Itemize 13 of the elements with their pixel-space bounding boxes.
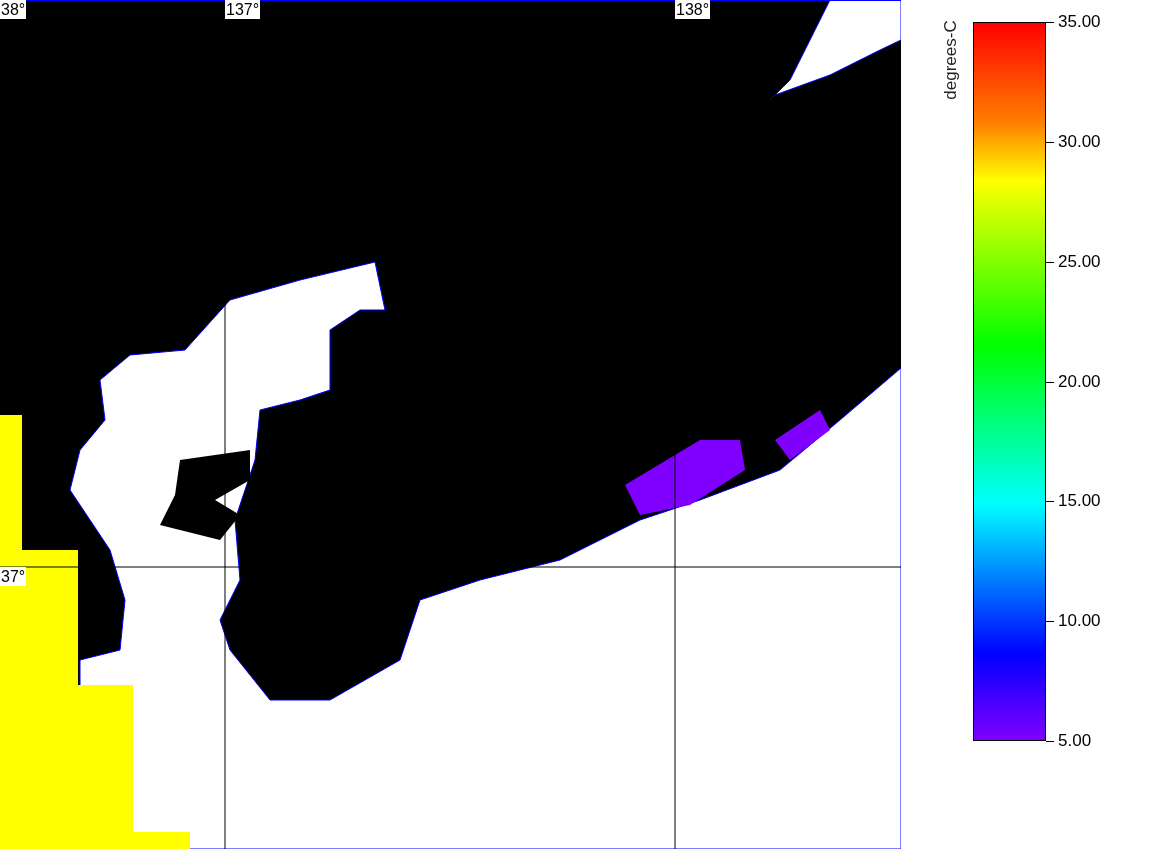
longitude-label: 138° [675,0,711,19]
axis-title: degrees-C [940,20,961,100]
tick-label: 10.00 [1058,611,1101,632]
latitude-label: 38° [0,0,27,19]
cold-water-patch [775,410,830,460]
longitude-label: 137° [225,0,261,19]
tick-label: 30.00 [1058,131,1101,152]
tick-label: 20.00 [1058,371,1101,392]
tick-label: 35.00 [1058,12,1101,32]
tick-label: 15.00 [1058,491,1101,512]
tick-label: 5.00 [1058,731,1092,751]
latitude-label: 37° [0,567,27,586]
tick-label: 25.00 [1058,251,1101,272]
